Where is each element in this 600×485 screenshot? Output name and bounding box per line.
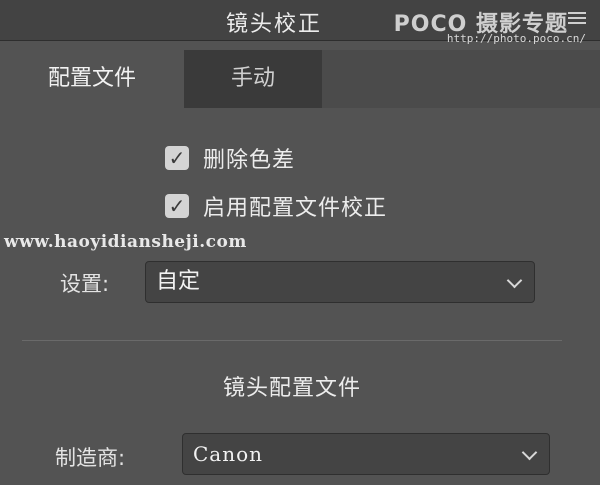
tab-manual[interactable]: 手动 xyxy=(184,50,322,108)
hamburger-menu-icon[interactable] xyxy=(568,12,586,26)
maker-label: 制造商: xyxy=(55,446,126,470)
settings-label: 设置: xyxy=(60,272,110,296)
poco-watermark-url: http://photo.poco.cn/ xyxy=(446,32,586,45)
settings-value: 自定 xyxy=(156,269,201,294)
lens-profile-section-title: 镜头配置文件 xyxy=(222,376,361,401)
tab-profile[interactable]: 配置文件 xyxy=(0,50,184,108)
chevron-down-icon xyxy=(506,272,523,289)
tab-bar-filler xyxy=(322,50,600,108)
enable-profile-correction-label: 启用配置文件校正 xyxy=(203,196,388,221)
settings-dropdown[interactable]: 自定 xyxy=(145,261,535,303)
site-watermark: www.haoyidiansheji.com xyxy=(4,232,247,252)
maker-dropdown[interactable]: Canon xyxy=(182,433,550,475)
lens-correction-panel: 镜头校正 POCO 摄影专题 http://photo.poco.cn/ 配置文… xyxy=(0,0,600,485)
checkmark-icon[interactable]: ✓ xyxy=(165,194,189,218)
checkmark-icon[interactable]: ✓ xyxy=(165,146,189,170)
enable-profile-correction-option[interactable]: ✓ 启用配置文件校正 xyxy=(165,191,387,221)
remove-chromatic-aberration-option[interactable]: ✓ 删除色差 xyxy=(165,143,295,173)
panel-titlebar: 镜头校正 POCO 摄影专题 http://photo.poco.cn/ xyxy=(0,0,600,45)
section-divider xyxy=(22,340,562,341)
maker-value: Canon xyxy=(193,442,264,466)
tab-bar: 配置文件 手动 xyxy=(0,50,600,108)
chevron-down-icon xyxy=(521,444,538,461)
remove-chromatic-aberration-label: 删除色差 xyxy=(203,148,296,173)
